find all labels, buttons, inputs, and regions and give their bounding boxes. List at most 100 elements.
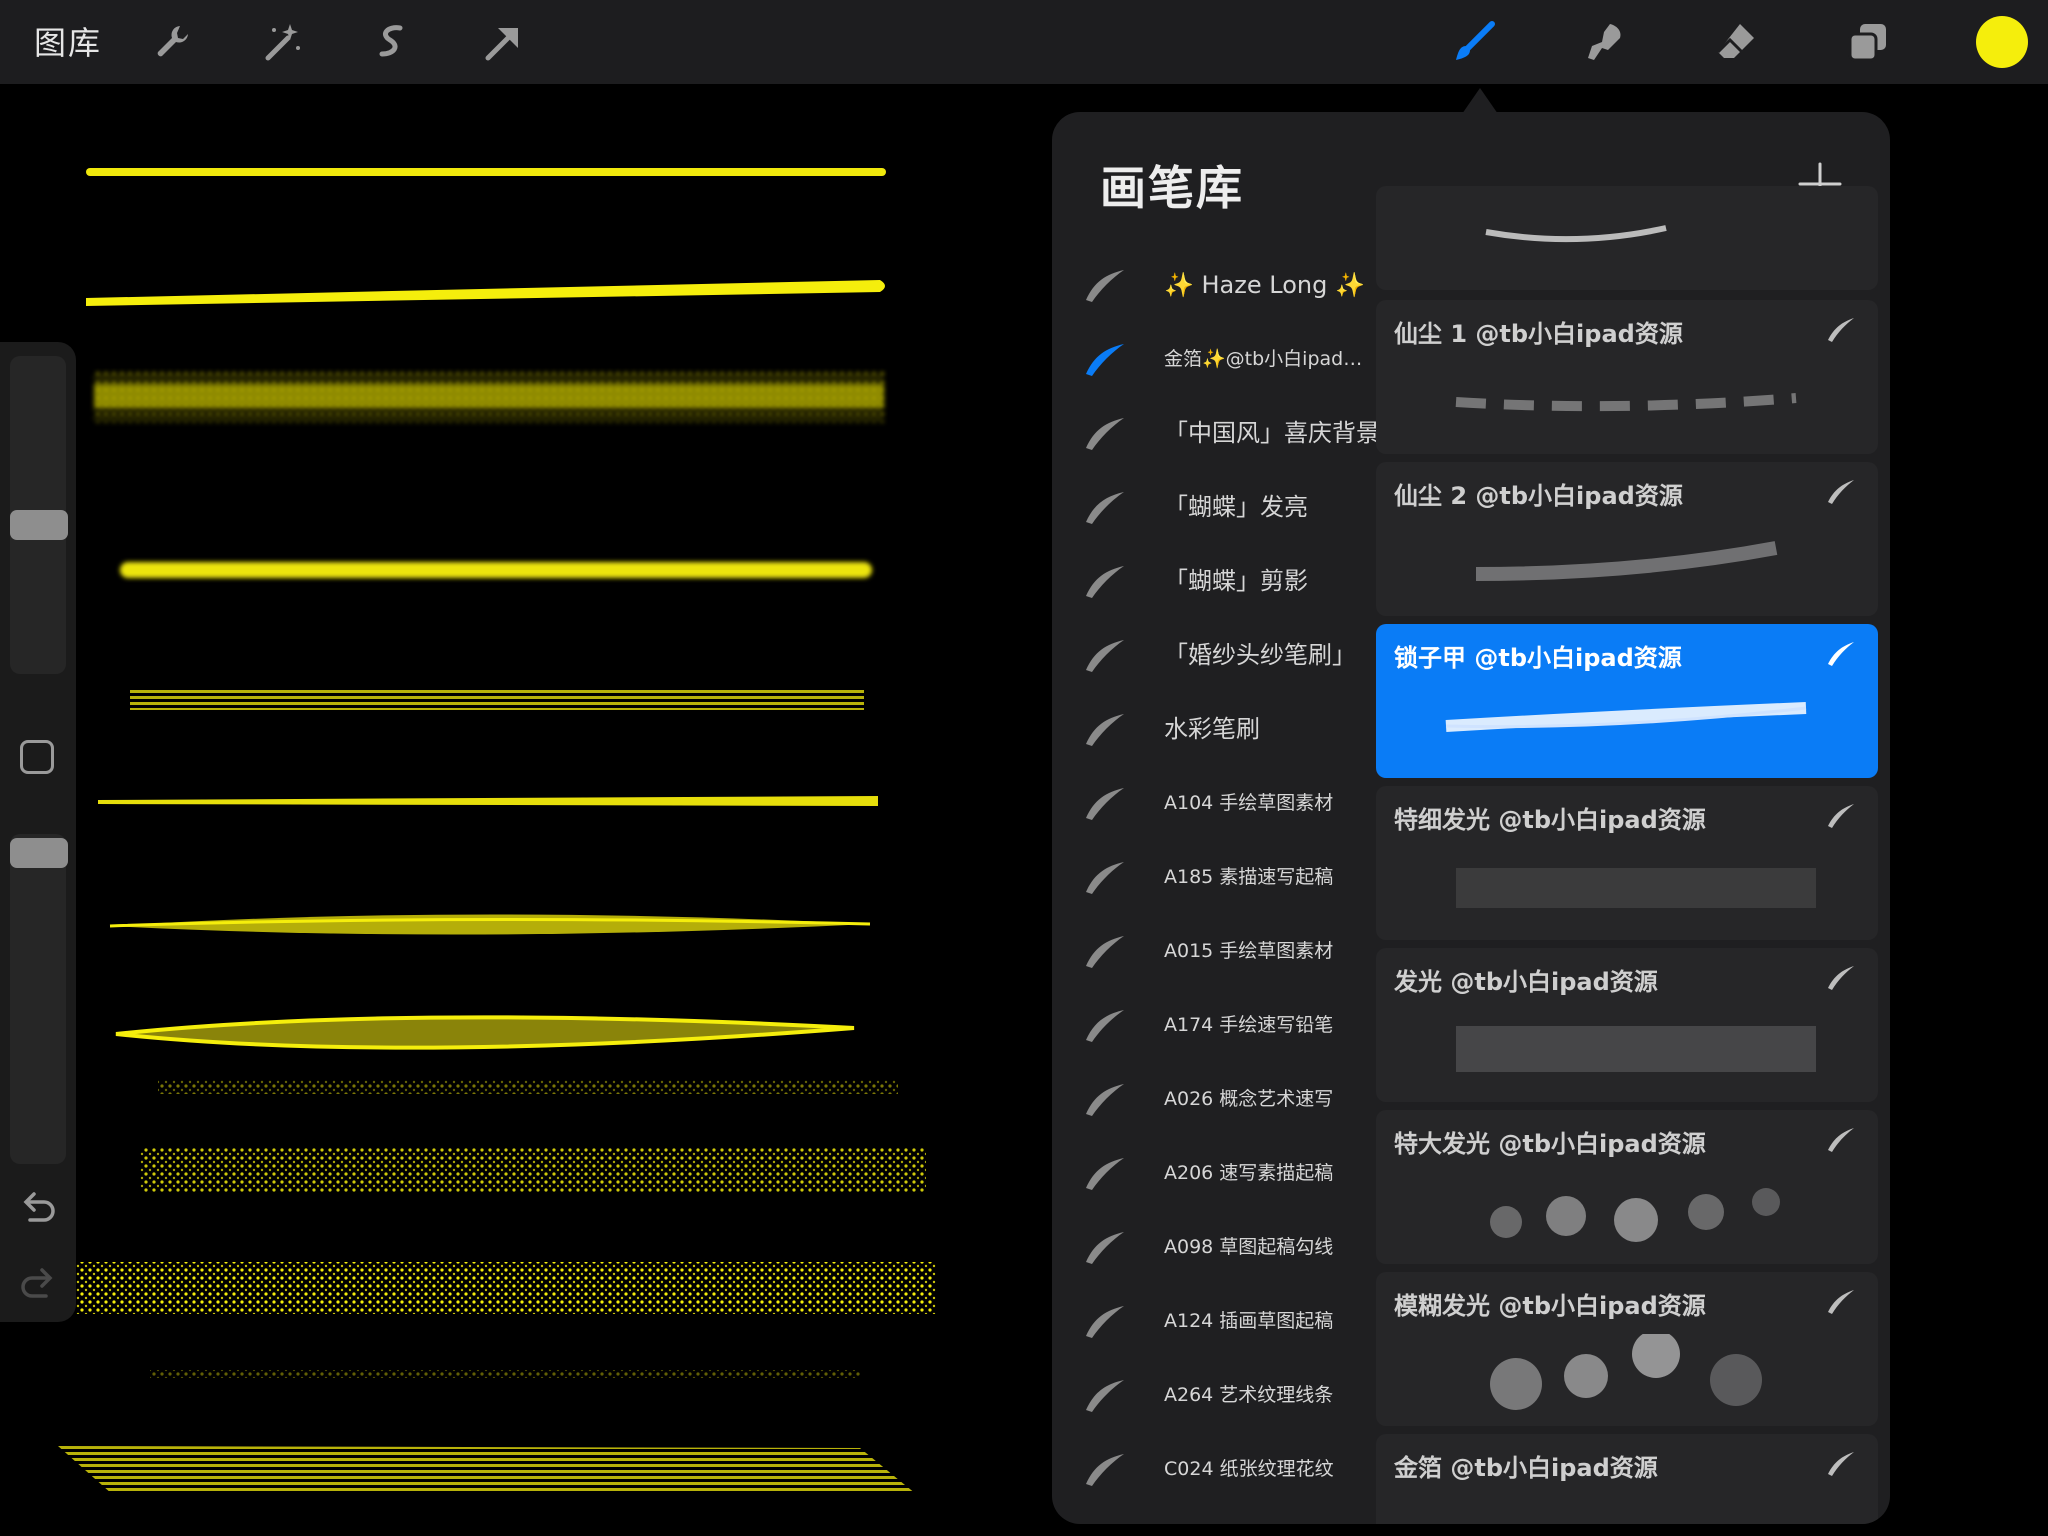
panel-caret [1462, 88, 1498, 114]
brush-set-label: A124 插画草图起稿 [1164, 1310, 1334, 1332]
brush-preview [1456, 1026, 1816, 1072]
layers-icon[interactable] [1838, 12, 1898, 72]
brush-set-thumbnail-icon [1086, 1010, 1124, 1042]
feather-icon [1828, 1128, 1854, 1152]
feather-icon [1828, 966, 1854, 990]
brush-set-item[interactable]: A174 手绘速写铅笔 [1052, 988, 1378, 1062]
brushes-list[interactable]: 仙尘 1 @tb小白ipad资源 仙尘 2 @tb小白ipad资源 锁子甲 @tb小… [1376, 112, 1890, 1524]
brush-name: 特大发光 @tb小白ipad资源 [1394, 1130, 1706, 1158]
brush-set-item[interactable]: A206 速写素描起稿 [1052, 1136, 1378, 1210]
brush-set-item[interactable]: A264 艺术纹理线条 [1052, 1358, 1378, 1432]
brush-name: 特细发光 @tb小白ipad资源 [1394, 806, 1706, 834]
brush-set-thumbnail-icon [1086, 1084, 1124, 1116]
brush-card-selected[interactable]: 锁子甲 @tb小白ipad资源 [1376, 624, 1878, 778]
wrench-icon[interactable] [142, 12, 202, 72]
brush-set-label: A015 手绘草图素材 [1164, 940, 1334, 962]
stroke-13 [58, 1446, 916, 1494]
brush-card[interactable]: 特大发光 @tb小白ipad资源 [1376, 1110, 1878, 1264]
brush-card[interactable]: 发光 @tb小白ipad资源 [1376, 948, 1878, 1102]
feather-icon [1828, 480, 1854, 504]
brush-name: 锁子甲 @tb小白ipad资源 [1394, 644, 1682, 672]
brush-preview [1445, 702, 1807, 732]
brush-set-thumbnail-icon [1086, 566, 1124, 598]
brush-set-thumbnail-icon [1086, 1454, 1124, 1486]
brush-set-item[interactable]: A026 概念艺术速写 [1052, 1062, 1378, 1136]
brush-name: 模糊发光 @tb小白ipad资源 [1394, 1292, 1706, 1320]
stroke-9 [158, 1080, 898, 1094]
selection-icon[interactable] [362, 12, 422, 72]
brush-set-label: 「蝴蝶」剪影 [1164, 567, 1308, 595]
brush-set-label: 「婚纱头纱笔刷」 [1164, 641, 1356, 669]
brush-icon[interactable] [1444, 12, 1504, 72]
brush-card[interactable]: 仙尘 2 @tb小白ipad资源 [1376, 462, 1878, 616]
brush-set-item[interactable]: A098 草图起稿勾线 [1052, 1210, 1378, 1284]
brush-name: 仙尘 1 @tb小白ipad资源 [1394, 320, 1683, 348]
stroke-5 [130, 688, 864, 710]
gallery-button[interactable]: 图库 [34, 18, 102, 64]
brush-card[interactable]: 金箔 @tb小白ipad资源 [1376, 1434, 1878, 1524]
brush-set-item[interactable]: A185 素描速写起稿 [1052, 840, 1378, 914]
brush-set-label: A206 速写素描起稿 [1164, 1162, 1334, 1184]
top-toolbar: 图库 [0, 0, 2048, 84]
stroke-1 [86, 168, 886, 176]
brush-preview [1456, 868, 1816, 908]
brush-set-item[interactable]: A015 手绘草图素材 [1052, 914, 1378, 988]
brush-set-label: A174 手绘速写铅笔 [1164, 1014, 1334, 1036]
feather-icon [1828, 804, 1854, 828]
brush-set-label: 金箔✨@tb小白ipad资源 [1164, 348, 1380, 370]
stroke-12 [150, 1370, 860, 1378]
brush-preview [1475, 541, 1778, 581]
brush-name: 发光 @tb小白ipad资源 [1394, 968, 1658, 996]
feather-icon [1828, 1290, 1854, 1314]
brush-set-label: A104 手绘草图素材 [1164, 792, 1334, 814]
brush-set-thumbnail-icon [1086, 714, 1124, 746]
brush-set-item[interactable]: 「中国风」喜庆背景 [1052, 396, 1380, 470]
brush-library-panel: 画笔库 ✨ Haze Long ✨ 金箔✨@tb小白ipad资源「中国风」喜庆背景… [1052, 112, 1890, 1524]
brush-set-item[interactable]: A124 插画草图起稿 [1052, 1284, 1378, 1358]
feather-icon [1828, 1452, 1854, 1476]
feather-icon [1828, 642, 1854, 666]
brush-set-item[interactable]: 「蝴蝶」剪影 [1052, 544, 1378, 618]
magic-wand-icon[interactable] [252, 12, 312, 72]
smudge-icon[interactable] [1574, 12, 1634, 72]
feather-icon [1828, 318, 1854, 342]
brush-card[interactable]: 特细发光 @tb小白ipad资源 [1376, 786, 1878, 940]
brush-set-item[interactable]: ✨ Haze Long ✨ [1052, 248, 1378, 322]
panel-title: 画笔库 [1100, 161, 1244, 215]
eraser-icon[interactable] [1706, 12, 1766, 72]
brush-set-label: A026 概念艺术速写 [1164, 1088, 1334, 1110]
brush-set-item[interactable]: 水彩笔刷 [1052, 692, 1378, 766]
brush-set-thumbnail-icon [1086, 1380, 1124, 1412]
brush-set-thumbnail-icon [1086, 344, 1124, 376]
brush-set-item[interactable]: A104 手绘草图素材 [1052, 766, 1378, 840]
brush-set-item[interactable]: 金箔✨@tb小白ipad资源 [1052, 322, 1380, 396]
stroke-4 [120, 562, 872, 578]
brush-preview [1490, 1334, 1762, 1410]
brush-set-item[interactable]: C024 纸张纹理花纹 [1052, 1432, 1378, 1506]
brush-set-thumbnail-icon [1086, 492, 1124, 524]
stroke-11 [76, 1262, 936, 1314]
brush-card[interactable]: 仙尘 1 @tb小白ipad资源 [1376, 300, 1878, 454]
canvas[interactable] [0, 84, 1050, 1536]
brush-set-thumbnail-icon [1086, 1158, 1124, 1190]
brush-set-label: C024 纸张纹理花纹 [1164, 1458, 1334, 1480]
brush-card[interactable]: 模糊发光 @tb小白ipad资源 [1376, 1272, 1878, 1426]
brush-name: 金箔 @tb小白ipad资源 [1394, 1454, 1658, 1482]
brush-name: 仙尘 2 @tb小白ipad资源 [1394, 482, 1683, 510]
brush-card-partial[interactable] [1376, 186, 1878, 290]
brush-preview [1455, 393, 1797, 412]
brush-set-label: A098 草图起稿勾线 [1164, 1236, 1334, 1258]
brush-set-item[interactable]: 「蝴蝶」发亮 [1052, 470, 1378, 544]
brush-set-label: 「蝴蝶」发亮 [1164, 493, 1308, 521]
brush-set-thumbnail-icon [1086, 640, 1124, 672]
brush-set-thumbnail-icon [1086, 1306, 1124, 1338]
brush-set-thumbnail-icon [1086, 1232, 1124, 1264]
color-picker[interactable] [1976, 16, 2028, 68]
brush-set-thumbnail-icon [1086, 270, 1124, 302]
brush-set-thumbnail-icon [1086, 788, 1124, 820]
brush-set-label: A185 素描速写起稿 [1164, 866, 1334, 888]
brush-set-item[interactable]: 「婚纱头纱笔刷」 [1052, 618, 1378, 692]
brush-preview [1416, 1496, 1836, 1524]
brush-set-label: A264 艺术纹理线条 [1164, 1384, 1334, 1406]
transform-arrow-icon[interactable] [472, 12, 532, 72]
